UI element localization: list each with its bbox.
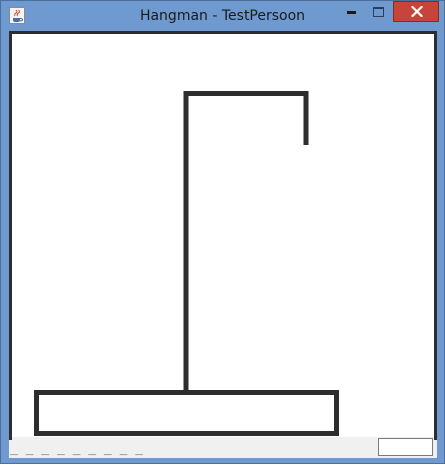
word-mask-label: _ _ _ _ _ _ _ _ _ — [10, 441, 144, 456]
canvas-corner-left — [9, 437, 12, 440]
guess-input[interactable] — [378, 438, 433, 456]
app-window: Hangman - TestPersoon _ _ _ _ _ _ _ _ _ — [0, 0, 445, 464]
gallows-drawing — [34, 91, 339, 436]
gallows-base — [34, 390, 339, 436]
canvas-corner-right — [434, 437, 437, 440]
client-area: _ _ _ _ _ _ _ _ _ — [9, 31, 437, 458]
status-bar: _ _ _ _ _ _ _ _ _ — [9, 437, 437, 458]
hangman-canvas — [9, 31, 437, 438]
